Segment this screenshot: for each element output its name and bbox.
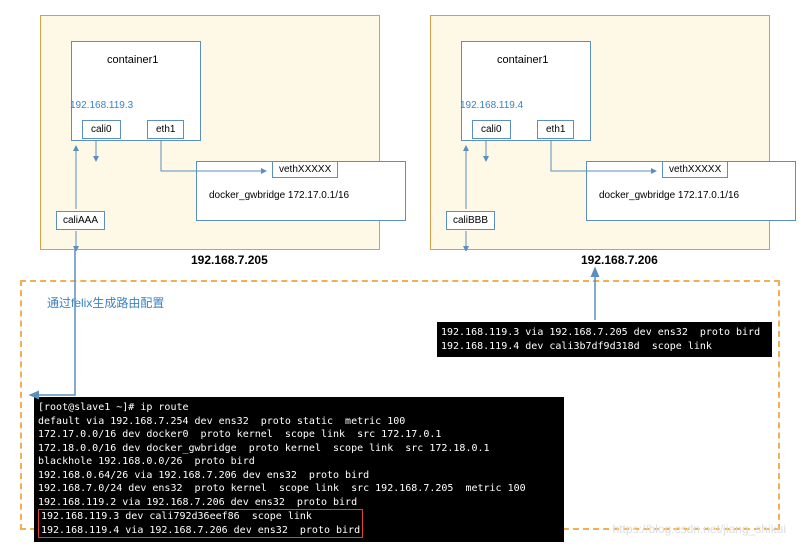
cali0-iface: cali0 — [82, 120, 121, 139]
route-line: 172.18.0.0/16 dev docker_gwbridge proto … — [38, 443, 490, 454]
cali0-iface: cali0 — [472, 120, 511, 139]
eth1-iface: eth1 — [147, 120, 184, 139]
prompt-line: [root@slave1 ~]# ip route — [38, 402, 189, 413]
eth1-iface: eth1 — [537, 120, 574, 139]
cali-host-iface: caliAAA — [56, 211, 105, 230]
terminal-slave1: [root@slave1 ~]# ip route default via 19… — [34, 397, 564, 542]
veth-iface: vethXXXXX — [662, 161, 728, 178]
bridge-label: docker_gwbridge 172.17.0.1/16 — [599, 190, 739, 201]
route-line: 192.168.119.4 dev cali3b7df9d318d scope … — [441, 341, 712, 352]
route-line: default via 192.168.7.254 dev ens32 prot… — [38, 416, 405, 427]
terminal-slave2: 192.168.119.3 via 192.168.7.205 dev ens3… — [437, 322, 772, 357]
docker-bridge: vethXXXXX docker_gwbridge 172.17.0.1/16 — [586, 161, 796, 221]
watermark: https://blog.csdn.net/jiang_shikui — [613, 522, 786, 536]
route-line: 192.168.7.0/24 dev ens32 proto kernel sc… — [38, 483, 526, 494]
container-ip: 192.168.119.3 — [70, 100, 133, 111]
highlighted-routes: 192.168.119.3 dev cali792d36eef86 scope … — [38, 509, 363, 538]
bridge-label: docker_gwbridge 172.17.0.1/16 — [209, 190, 349, 201]
container-2: container1 192.168.119.4 cali0 eth1 — [461, 41, 591, 141]
host-ip: 192.168.7.206 — [581, 253, 658, 267]
route-line: 192.168.0.64/26 via 192.168.7.206 dev en… — [38, 470, 369, 481]
route-line: 192.168.119.3 dev cali792d36eef86 scope … — [41, 511, 312, 522]
container-label: container1 — [497, 54, 548, 66]
felix-label: 通过felix生成路由配置 — [47, 294, 164, 311]
veth-iface: vethXXXXX — [272, 161, 338, 178]
cali-host-iface: caliBBB — [446, 211, 495, 230]
route-line: 192.168.119.3 via 192.168.7.205 dev ens3… — [441, 327, 760, 338]
container-ip: 192.168.119.4 — [460, 100, 523, 111]
route-line: blackhole 192.168.0.0/26 proto bird — [38, 456, 255, 467]
host-1: container1 192.168.119.3 cali0 eth1 cali… — [40, 15, 380, 250]
container-label: container1 — [107, 54, 158, 66]
route-line: 192.168.119.4 via 192.168.7.206 dev ens3… — [41, 525, 360, 536]
host-ip: 192.168.7.205 — [191, 253, 268, 267]
route-line: 192.168.119.2 via 192.168.7.206 dev ens3… — [38, 497, 357, 508]
docker-bridge: vethXXXXX docker_gwbridge 172.17.0.1/16 — [196, 161, 406, 221]
host-2: container1 192.168.119.4 cali0 eth1 cali… — [430, 15, 770, 250]
route-line: 172.17.0.0/16 dev docker0 proto kernel s… — [38, 429, 441, 440]
routing-config-box: 通过felix生成路由配置 192.168.119.3 via 192.168.… — [20, 280, 780, 530]
container-1: container1 192.168.119.3 cali0 eth1 — [71, 41, 201, 141]
